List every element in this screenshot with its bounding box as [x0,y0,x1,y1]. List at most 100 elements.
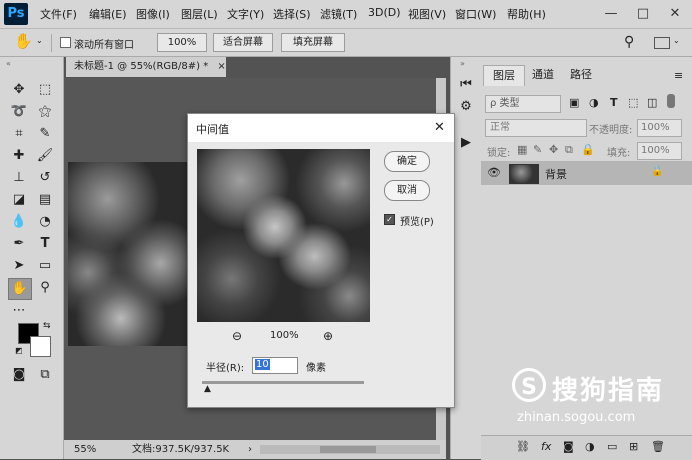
actions-play-icon[interactable]: ▶ [455,133,477,153]
cancel-button[interactable]: 取消 [384,180,430,201]
lasso-tool-icon[interactable]: ➰ [8,102,30,122]
properties-panel-icon[interactable]: ⚙ [455,97,477,117]
new-group-icon[interactable]: ▭ [607,440,617,453]
brush-tool-icon[interactable]: 🖌 [34,146,56,166]
dodge-tool-icon[interactable]: ◔ [34,212,56,232]
tab-paths[interactable]: 路径 [563,65,599,85]
rectangle-tool-icon[interactable]: ▭ [34,256,56,276]
adjustment-layer-icon[interactable]: ◑ [585,440,595,453]
horizontal-scrollbar[interactable] [260,445,440,454]
tab-channels[interactable]: 通道 [525,65,561,85]
history-brush-tool-icon[interactable]: ↺ [34,168,56,188]
menu-window[interactable]: 窗口(W) [455,6,496,22]
eyedropper-tool-icon[interactable]: ✎ [34,124,56,144]
chevron-right-icon[interactable]: › [248,440,252,459]
menu-select[interactable]: 选择(S) [273,6,311,22]
zoom-level-field[interactable]: 55% [74,440,96,459]
dialog-close-button[interactable]: ✕ [434,120,445,135]
opacity-field[interactable]: 100% [637,119,682,137]
menu-layer[interactable]: 图层(L) [181,6,218,22]
zoom-100-button[interactable]: 100% [157,33,207,52]
new-layer-icon[interactable]: ⊞ [629,440,638,453]
lock-artboard-icon[interactable]: ⧉ [565,143,573,157]
visibility-eye-icon[interactable]: 👁 [487,166,501,179]
zoom-out-icon[interactable]: ⊖ [232,329,242,343]
magic-wand-tool-icon[interactable]: ⚝ [34,102,56,122]
filter-preview[interactable] [197,149,370,322]
layer-style-icon[interactable]: fx [541,440,551,453]
filter-adjustment-icon[interactable]: ◑ [589,96,599,109]
horizontal-scrollbar-thumb[interactable] [320,446,376,453]
clone-stamp-tool-icon[interactable]: ⊥ [8,168,30,188]
background-color-swatch[interactable] [30,336,51,357]
lock-pixels-icon[interactable]: ✎ [533,143,542,156]
filter-smart-object-icon[interactable]: ◫ [647,96,657,109]
crop-tool-icon[interactable]: ⌗ [8,124,30,144]
blend-mode-select[interactable]: 正常 [485,119,587,137]
menu-help[interactable]: 帮助(H) [507,6,546,22]
menu-view[interactable]: 视图(V) [408,6,446,22]
menu-image[interactable]: 图像(I) [136,6,170,22]
more-tools-icon[interactable]: ⋯ [8,301,30,321]
workspace-icon[interactable] [654,37,670,49]
menu-type[interactable]: 文字(Y) [227,6,264,22]
menu-filter[interactable]: 滤镜(T) [320,6,357,22]
panel-menu-icon[interactable]: ≡ [674,69,683,82]
maximize-button[interactable]: □ [628,0,658,28]
pen-tool-icon[interactable]: ✒ [8,234,30,254]
radius-slider-thumb[interactable]: ▲ [204,384,211,394]
delete-layer-icon[interactable]: 🗑 [651,440,665,453]
marquee-tool-icon[interactable]: ⬚ [34,80,56,100]
minimize-button[interactable]: — [596,0,626,28]
blur-tool-icon[interactable]: 💧 [8,212,30,232]
filter-pixel-icon[interactable]: ▣ [569,96,579,109]
path-selection-tool-icon[interactable]: ➤ [8,256,30,276]
filter-toggle-switch[interactable] [667,94,675,108]
radius-slider-track[interactable] [202,381,364,384]
radius-input[interactable]: 10 [252,357,298,374]
menu-edit[interactable]: 编辑(E) [89,6,127,22]
filter-shape-icon[interactable]: ⬚ [628,96,638,109]
zoom-tool-icon[interactable]: ⚲ [34,278,56,298]
move-tool-icon[interactable]: ✥ [8,80,30,100]
filter-type-icon[interactable]: T [610,96,618,109]
fill-field[interactable]: 100% [637,142,682,160]
document-canvas-image[interactable] [68,162,200,346]
fit-screen-button[interactable]: 适合屏幕 [213,33,273,52]
lock-all-icon[interactable]: 🔒 [581,143,595,156]
dialog-titlebar[interactable]: 中间值 ✕ [188,114,454,142]
layer-row[interactable]: 👁 背景 🔒 [481,161,692,185]
collapse-icon[interactable]: « [6,59,11,68]
zoom-in-icon[interactable]: ⊕ [323,329,333,343]
layer-filter-kind-select[interactable]: ρ 类型 [485,95,561,113]
default-colors-icon[interactable]: ◩ [15,346,23,355]
search-icon[interactable]: ⚲ [624,34,634,50]
lock-position-icon[interactable]: ✥ [549,143,558,156]
chevron-down-icon[interactable]: ⌄ [36,36,43,45]
add-mask-icon[interactable]: ◙ [563,440,574,453]
swap-colors-icon[interactable]: ⇆ [43,321,51,331]
history-panel-icon[interactable]: ⏮ [455,75,477,95]
document-tab[interactable]: 未标题-1 @ 55%(RGB/8#) * × [66,57,226,77]
tab-close-icon[interactable]: × [217,61,225,72]
tab-layers[interactable]: 图层 [483,65,525,86]
ok-button[interactable]: 确定 [384,151,430,172]
scroll-all-checkbox[interactable] [60,37,71,48]
collapse-icon[interactable]: » [460,59,465,68]
screen-mode-icon[interactable]: ⧉ [34,365,56,385]
quick-mask-icon[interactable]: ◙ [8,365,30,385]
layer-name[interactable]: 背景 [545,166,567,182]
hand-tool-icon[interactable]: ✋ [8,278,32,300]
hand-tool-preset-icon[interactable]: ✋ [14,32,33,50]
lock-transparency-icon[interactable]: ▦ [517,143,527,156]
chevron-down-icon[interactable]: ⌄ [673,36,680,45]
menu-3d[interactable]: 3D(D) [368,6,401,19]
type-tool-icon[interactable]: T [34,234,56,254]
fill-screen-button[interactable]: 填充屏幕 [281,33,345,52]
gradient-tool-icon[interactable]: ▤ [34,190,56,210]
link-layers-icon[interactable]: ⛓ [516,440,530,453]
menu-file[interactable]: 文件(F) [40,6,77,22]
preview-checkbox[interactable]: ✓ [384,214,395,225]
healing-brush-tool-icon[interactable]: ✚ [8,146,30,166]
eraser-tool-icon[interactable]: ◪ [8,190,30,210]
